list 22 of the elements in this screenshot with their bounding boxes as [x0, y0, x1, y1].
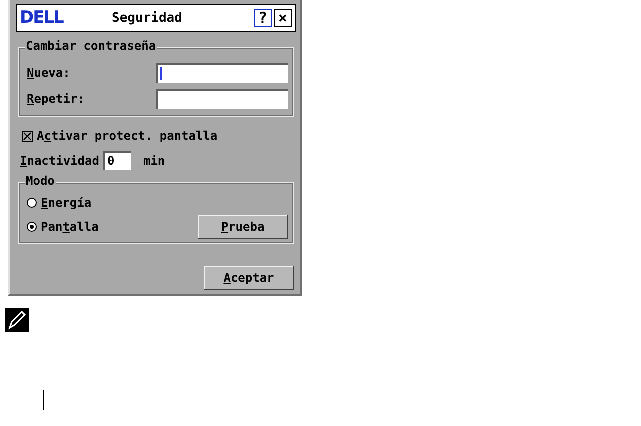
test-button[interactable]: Prueba [198, 215, 288, 239]
checkbox-label: Activar protect. pantalla [37, 129, 218, 143]
field-label: Repetir: [27, 92, 85, 106]
unit-label: min [143, 154, 166, 168]
window-title: Seguridad [112, 10, 184, 26]
radio-button[interactable] [27, 198, 37, 208]
radio-label: Energía [41, 196, 92, 210]
close-button[interactable]: × [274, 9, 292, 27]
minutes-field[interactable]: 0 [103, 151, 132, 170]
accept-button[interactable]: Aceptar [204, 266, 294, 290]
radio-label: Pantalla [41, 220, 99, 234]
logo: DELL [20, 8, 65, 28]
help-button[interactable]: ? [254, 9, 272, 27]
checkbox[interactable] [22, 130, 33, 142]
group-title: Cambiar contraseña [25, 39, 158, 53]
field-label: Nueva: [27, 66, 70, 80]
group-title: Modo [25, 174, 56, 188]
radio-button[interactable] [27, 222, 37, 232]
password-field[interactable] [156, 63, 288, 83]
password-field[interactable] [156, 89, 288, 109]
inactivity-label: Inactividad [20, 154, 100, 168]
pencil-icon [5, 308, 29, 332]
